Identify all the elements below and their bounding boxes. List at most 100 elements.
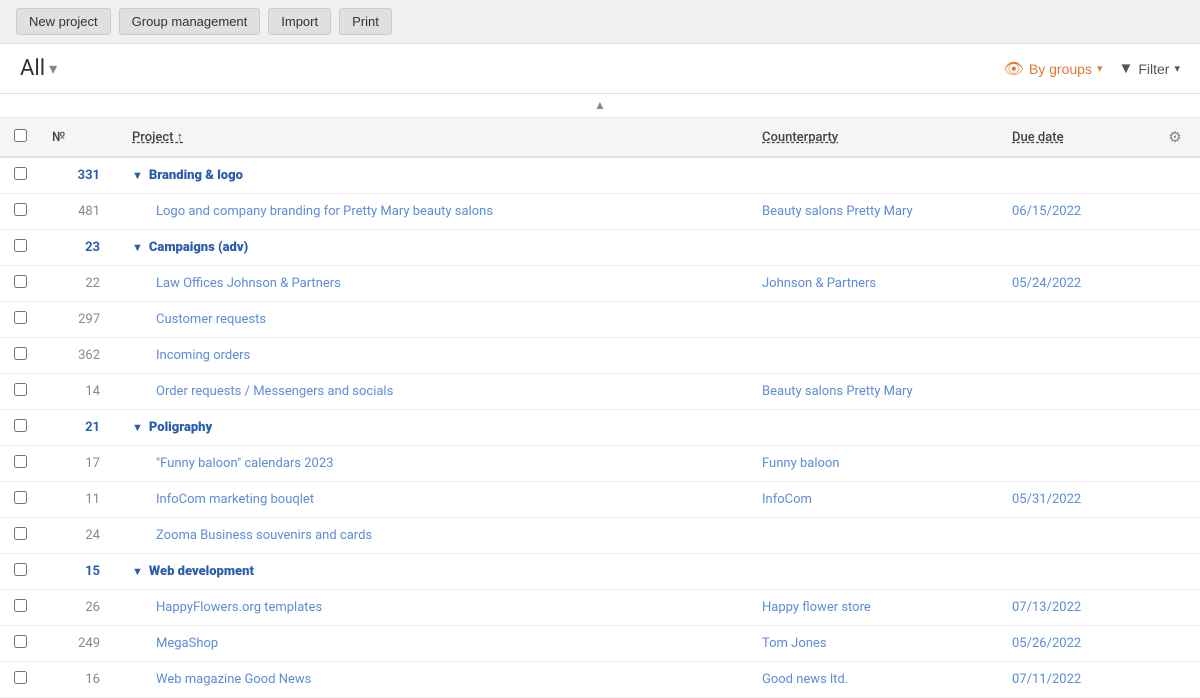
row-checkbox[interactable]: [14, 455, 27, 468]
row-counterparty: [750, 302, 1000, 338]
row-settings-cell: [1150, 518, 1200, 554]
row-checkbox[interactable]: [14, 275, 27, 288]
table-row: 16Web magazine Good NewsGood news ltd.07…: [0, 662, 1200, 698]
group-toggle[interactable]: ▼: [132, 565, 143, 578]
row-check-cell: [0, 662, 40, 698]
row-number: 11: [40, 482, 120, 518]
row-counterparty: Good news ltd.: [750, 662, 1000, 698]
group-label: Web development: [149, 564, 254, 579]
group-toggle[interactable]: ▼: [132, 421, 143, 434]
header-due-date[interactable]: Due date: [1000, 118, 1150, 157]
row-checkbox[interactable]: [14, 383, 27, 396]
row-project[interactable]: ▼Poligraphy: [120, 410, 750, 446]
row-project[interactable]: Order requests / Messengers and socials: [120, 374, 750, 410]
project-name[interactable]: Logo and company branding for Pretty Mar…: [156, 204, 493, 219]
group-management-button[interactable]: Group management: [119, 8, 261, 35]
row-project[interactable]: HappyFlowers.org templates: [120, 590, 750, 626]
header-project[interactable]: Project ↑: [120, 118, 750, 157]
project-name[interactable]: Order requests / Messengers and socials: [156, 384, 393, 399]
by-groups-label: By groups: [1029, 61, 1092, 77]
gear-icon[interactable]: ⚙: [1168, 128, 1181, 146]
row-number: 22: [40, 266, 120, 302]
row-project[interactable]: Zooma Business souvenirs and cards: [120, 518, 750, 554]
row-checkbox[interactable]: [14, 203, 27, 216]
row-checkbox[interactable]: [14, 311, 27, 324]
row-checkbox[interactable]: [14, 419, 27, 432]
title-dropdown-icon[interactable]: ▾: [49, 59, 57, 78]
group-toggle[interactable]: ▼: [132, 241, 143, 254]
row-project[interactable]: "Funny baloon" calendars 2023: [120, 446, 750, 482]
row-due-date: [1000, 230, 1150, 266]
project-name[interactable]: InfoCom marketing bouqlet: [156, 492, 314, 507]
row-check-cell: [0, 482, 40, 518]
row-checkbox[interactable]: [14, 599, 27, 612]
row-checkbox[interactable]: [14, 563, 27, 576]
project-name[interactable]: Web magazine Good News: [156, 672, 311, 687]
row-check-cell: [0, 157, 40, 194]
row-project[interactable]: ▼Campaigns (adv): [120, 230, 750, 266]
table-header: № Project ↑ Counterparty Due date ⚙: [0, 118, 1200, 157]
row-project[interactable]: InfoCom marketing bouqlet: [120, 482, 750, 518]
project-name[interactable]: Customer requests: [156, 312, 266, 327]
row-counterparty: Happy flower store: [750, 590, 1000, 626]
row-checkbox[interactable]: [14, 491, 27, 504]
table-row: 481Logo and company branding for Pretty …: [0, 194, 1200, 230]
group-row: 331▼Branding & logo: [0, 157, 1200, 194]
row-settings-cell: [1150, 157, 1200, 194]
row-number: 24: [40, 518, 120, 554]
row-project[interactable]: Web magazine Good News: [120, 662, 750, 698]
row-check-cell: [0, 266, 40, 302]
row-project[interactable]: ▼ Branding & logo: [120, 157, 750, 194]
row-number: 15: [40, 554, 120, 590]
row-checkbox[interactable]: [14, 239, 27, 252]
by-groups-button[interactable]: 👁 By groups ▾: [1004, 59, 1103, 79]
toolbar: New project Group management Import Print: [0, 0, 1200, 44]
row-check-cell: [0, 446, 40, 482]
row-due-date: 06/15/2022: [1000, 194, 1150, 230]
header-counterparty[interactable]: Counterparty: [750, 118, 1000, 157]
row-checkbox[interactable]: [14, 347, 27, 360]
row-project[interactable]: Logo and company branding for Pretty Mar…: [120, 194, 750, 230]
filter-button[interactable]: ▼ Filter ▾: [1118, 60, 1180, 77]
header-bar: All ▾ 👁 By groups ▾ ▼ Filter ▾: [0, 44, 1200, 94]
row-checkbox[interactable]: [14, 671, 27, 684]
import-button[interactable]: Import: [268, 8, 331, 35]
table-row: 362Incoming orders: [0, 338, 1200, 374]
header-check: [0, 118, 40, 157]
scroll-up-button[interactable]: ▲: [594, 98, 606, 112]
row-counterparty: [750, 230, 1000, 266]
row-due-date: [1000, 157, 1150, 194]
row-check-cell: [0, 518, 40, 554]
group-row: 23▼Campaigns (adv): [0, 230, 1200, 266]
chevron-down-icon: ▾: [1097, 62, 1103, 75]
table-body: 331▼Branding & logo481Logo and company b…: [0, 157, 1200, 698]
row-number: 21: [40, 410, 120, 446]
filter-icon: ▼: [1118, 60, 1133, 77]
project-name[interactable]: MegaShop: [156, 636, 218, 651]
row-project[interactable]: Law Offices Johnson & Partners: [120, 266, 750, 302]
row-check-cell: [0, 374, 40, 410]
group-toggle[interactable]: ▼: [132, 169, 143, 182]
row-checkbox[interactable]: [14, 167, 27, 180]
table-row: 11InfoCom marketing bouqletInfoCom05/31/…: [0, 482, 1200, 518]
group-label: Branding & logo: [149, 168, 243, 183]
row-due-date: 05/26/2022: [1000, 626, 1150, 662]
table-row: 22Law Offices Johnson & PartnersJohnson …: [0, 266, 1200, 302]
project-name[interactable]: "Funny baloon" calendars 2023: [156, 456, 333, 471]
row-checkbox[interactable]: [14, 527, 27, 540]
row-settings-cell: [1150, 626, 1200, 662]
row-project[interactable]: ▼ Web development: [120, 554, 750, 590]
project-name[interactable]: Law Offices Johnson & Partners: [156, 276, 341, 291]
print-button[interactable]: Print: [339, 8, 392, 35]
project-name[interactable]: HappyFlowers.org templates: [156, 600, 322, 615]
new-project-button[interactable]: New project: [16, 8, 111, 35]
row-due-date: [1000, 446, 1150, 482]
row-project[interactable]: MegaShop: [120, 626, 750, 662]
project-name[interactable]: Zooma Business souvenirs and cards: [156, 528, 372, 543]
project-name[interactable]: Incoming orders: [156, 348, 250, 363]
select-all-checkbox[interactable]: [14, 129, 27, 142]
row-checkbox[interactable]: [14, 635, 27, 648]
row-project[interactable]: Customer requests: [120, 302, 750, 338]
table-row: 249MegaShopTom Jones05/26/2022: [0, 626, 1200, 662]
row-project[interactable]: Incoming orders: [120, 338, 750, 374]
